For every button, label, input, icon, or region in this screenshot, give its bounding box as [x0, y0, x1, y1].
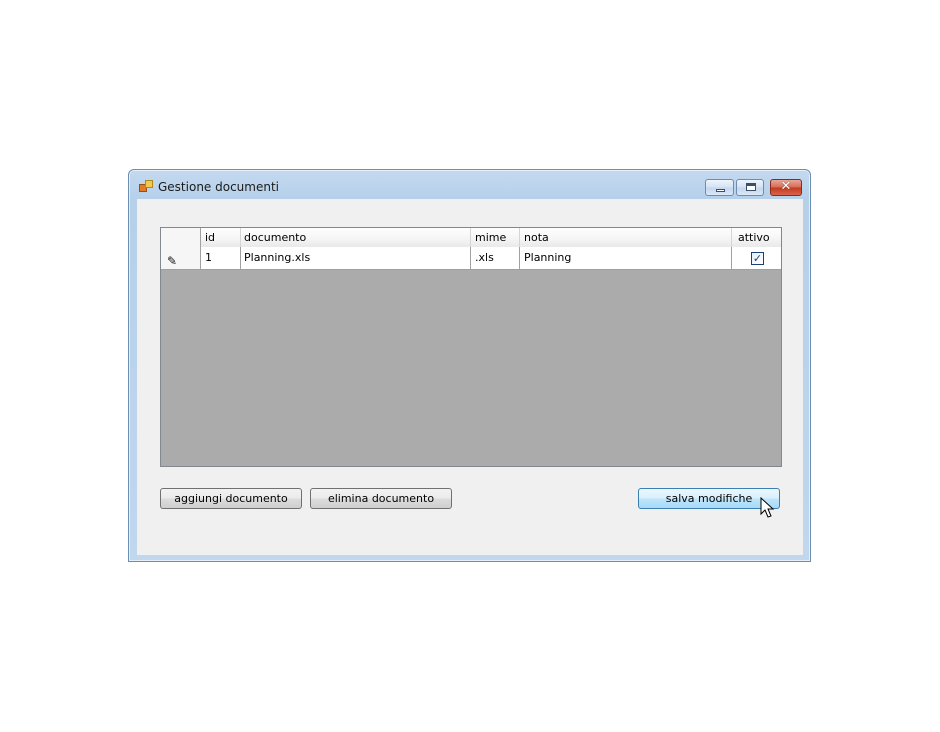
- app-icon: [139, 180, 153, 192]
- maximize-icon: [746, 183, 756, 191]
- grid-header: id documento mime nota attivo: [161, 228, 781, 248]
- minimize-button[interactable]: [705, 179, 734, 196]
- title-bar[interactable]: Gestione documenti ✕: [129, 170, 810, 200]
- column-header-documento[interactable]: documento: [241, 228, 471, 247]
- documents-grid[interactable]: id documento mime nota attivo ✎ 1 Planni…: [160, 227, 782, 467]
- close-icon: ✕: [780, 179, 792, 194]
- cell-attivo[interactable]: ✓: [732, 247, 781, 269]
- column-header-attivo[interactable]: attivo: [732, 228, 781, 247]
- column-header-mime[interactable]: mime: [471, 228, 520, 247]
- delete-document-button[interactable]: elimina documento: [310, 488, 452, 509]
- close-button[interactable]: ✕: [770, 179, 802, 196]
- row-header[interactable]: ✎: [161, 247, 201, 269]
- row-header-corner[interactable]: [161, 228, 201, 247]
- column-header-nota[interactable]: nota: [520, 228, 732, 247]
- cell-documento[interactable]: Planning.xls: [241, 247, 471, 269]
- main-window: Gestione documenti ✕ id documento mime n…: [128, 169, 811, 562]
- attivo-checkbox[interactable]: ✓: [751, 252, 764, 265]
- mouse-cursor-icon: [760, 497, 775, 518]
- column-header-id[interactable]: id: [201, 228, 241, 247]
- table-row[interactable]: ✎ 1 Planning.xls .xls Planning ✓: [161, 247, 781, 270]
- maximize-button[interactable]: [736, 179, 764, 196]
- save-changes-button[interactable]: salva modifiche: [638, 488, 780, 509]
- cell-nota[interactable]: Planning: [520, 247, 732, 269]
- pencil-icon: ✎: [167, 254, 178, 268]
- window-title: Gestione documenti: [158, 180, 279, 194]
- window-client-area: id documento mime nota attivo ✎ 1 Planni…: [137, 199, 803, 555]
- minimize-icon: [716, 189, 725, 192]
- cell-id[interactable]: 1: [201, 247, 241, 269]
- cell-mime[interactable]: .xls: [471, 247, 520, 269]
- add-document-button[interactable]: aggiungi documento: [160, 488, 302, 509]
